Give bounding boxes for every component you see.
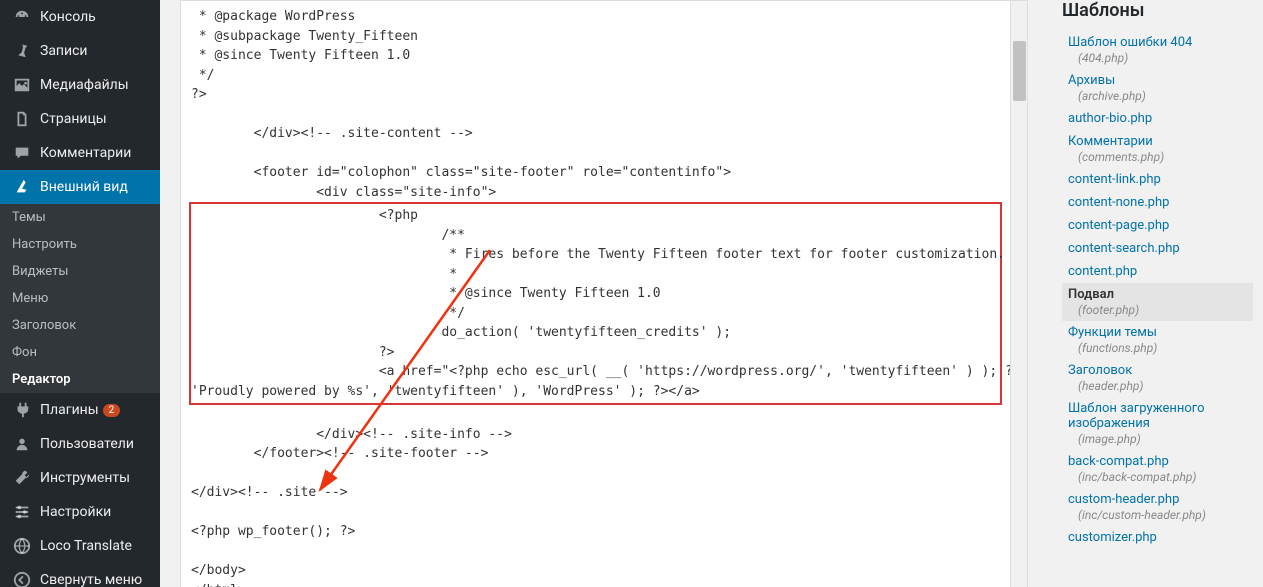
template-filename: (inc/back-compat.php) <box>1078 470 1253 484</box>
template-item[interactable]: Функции темы(functions.php) <box>1062 321 1253 359</box>
sidebar-sub-item[interactable]: Редактор <box>0 366 160 393</box>
sidebar-sub-item[interactable]: Виджеты <box>0 258 160 285</box>
sidebar-item-tools[interactable]: Инструменты <box>0 461 160 495</box>
template-title: Комментарии <box>1068 134 1253 149</box>
sidebar-item-label: Настройки <box>40 504 111 520</box>
template-item[interactable]: Комментарии(comments.php) <box>1062 130 1253 168</box>
appearance-icon <box>12 177 32 197</box>
sidebar-item-pages[interactable]: Страницы <box>0 102 160 136</box>
template-title: content-search.php <box>1068 241 1253 256</box>
code-editor[interactable]: * @package WordPress * @subpackage Twent… <box>180 0 1011 587</box>
template-filename: (archive.php) <box>1078 89 1253 103</box>
sidebar-item-appearance[interactable]: Внешний вид <box>0 170 160 204</box>
sidebar-item-pin[interactable]: Записи <box>0 34 160 68</box>
template-title: custom-header.php <box>1068 492 1253 507</box>
template-item[interactable]: custom-header.php(inc/custom-header.php) <box>1062 488 1253 526</box>
sidebar-item-label: Страницы <box>40 111 107 127</box>
template-item[interactable]: Подвал(footer.php) <box>1062 283 1253 321</box>
media-icon <box>12 75 32 95</box>
pages-icon <box>12 109 32 129</box>
editor-scrollbar[interactable] <box>1011 0 1028 587</box>
template-title: customizer.php <box>1068 530 1253 545</box>
template-title: Заголовок <box>1068 363 1253 378</box>
sidebar-item-dashboard[interactable]: Консоль <box>0 0 160 34</box>
collapse-icon <box>12 570 32 587</box>
template-filename: (footer.php) <box>1078 303 1253 317</box>
template-filename: (404.php) <box>1078 51 1253 65</box>
sidebar-sub-item[interactable]: Настроить <box>0 231 160 258</box>
template-filename: (inc/custom-header.php) <box>1078 508 1253 522</box>
template-item[interactable]: content-page.php <box>1062 214 1253 237</box>
update-badge: 2 <box>103 404 121 417</box>
plugins-icon <box>12 400 32 420</box>
sidebar-item-label: Пользователи <box>40 436 134 452</box>
main-content: * @package WordPress * @subpackage Twent… <box>160 0 1048 587</box>
templates-panel: Шаблоны Шаблон ошибки 404(404.php)Архивы… <box>1048 0 1263 587</box>
template-title: content.php <box>1068 264 1253 279</box>
sidebar-sub-item[interactable]: Заголовок <box>0 312 160 339</box>
template-item[interactable]: Шаблон загруженного изображения(image.ph… <box>1062 397 1253 450</box>
template-title: content-link.php <box>1068 172 1253 187</box>
templates-heading: Шаблоны <box>1062 0 1253 21</box>
sidebar-sub-item[interactable]: Темы <box>0 204 160 231</box>
sidebar-item-label: Медиафайлы <box>40 77 129 93</box>
sidebar-item-media[interactable]: Медиафайлы <box>0 68 160 102</box>
sidebar-item-label: Консоль <box>40 9 96 25</box>
template-item[interactable]: content.php <box>1062 260 1253 283</box>
template-title: Подвал <box>1068 287 1253 302</box>
sidebar-item-label: Внешний вид <box>40 179 128 195</box>
template-title: content-none.php <box>1068 195 1253 210</box>
highlighted-code-block: <?php /** * Fires before the Twenty Fift… <box>189 202 1002 405</box>
template-title: back-compat.php <box>1068 454 1253 469</box>
sidebar-item-label: Плагины <box>40 402 99 418</box>
comments-icon <box>12 143 32 163</box>
template-item[interactable]: content-link.php <box>1062 168 1253 191</box>
template-item[interactable]: Заголовок(header.php) <box>1062 359 1253 397</box>
template-item[interactable]: content-search.php <box>1062 237 1253 260</box>
template-title: author-bio.php <box>1068 111 1253 126</box>
template-title: Шаблон загруженного изображения <box>1068 401 1253 431</box>
template-item[interactable]: author-bio.php <box>1062 107 1253 130</box>
tools-icon <box>12 468 32 488</box>
sidebar-item-settings[interactable]: Настройки <box>0 495 160 529</box>
sidebar-item-users[interactable]: Пользователи <box>0 427 160 461</box>
template-title: Архивы <box>1068 73 1253 88</box>
template-item[interactable]: content-none.php <box>1062 191 1253 214</box>
scroll-thumb[interactable] <box>1013 41 1026 101</box>
sidebar-item-comments[interactable]: Комментарии <box>0 136 160 170</box>
template-title: Шаблон ошибки 404 <box>1068 35 1253 50</box>
template-filename: (functions.php) <box>1078 341 1253 355</box>
template-title: Функции темы <box>1068 325 1253 340</box>
dashboard-icon <box>12 7 32 27</box>
sidebar-item-label: Инструменты <box>40 470 130 486</box>
pin-icon <box>12 41 32 61</box>
template-filename: (image.php) <box>1078 432 1253 446</box>
sidebar-item-label: Комментарии <box>40 145 131 161</box>
sidebar-item-label: Записи <box>40 43 88 59</box>
template-title: content-page.php <box>1068 218 1253 233</box>
template-item[interactable]: Шаблон ошибки 404(404.php) <box>1062 31 1253 69</box>
template-item[interactable]: customizer.php <box>1062 526 1253 549</box>
sidebar-item-label: Свернуть меню <box>40 572 142 587</box>
sidebar-item-loco[interactable]: Loco Translate <box>0 529 160 563</box>
template-item[interactable]: Архивы(archive.php) <box>1062 69 1253 107</box>
template-item[interactable]: back-compat.php(inc/back-compat.php) <box>1062 450 1253 488</box>
sidebar-sub-item[interactable]: Меню <box>0 285 160 312</box>
loco-icon <box>12 536 32 556</box>
admin-sidebar: Консоль Записи Медиафайлы Страницы Комментар… <box>0 0 160 587</box>
sidebar-item-label: Loco Translate <box>40 538 132 554</box>
sidebar-item-plugins[interactable]: Плагины 2 <box>0 393 160 427</box>
sidebar-item-collapse[interactable]: Свернуть меню <box>0 563 160 587</box>
settings-icon <box>12 502 32 522</box>
template-filename: (header.php) <box>1078 379 1253 393</box>
sidebar-sub-item[interactable]: Фон <box>0 339 160 366</box>
users-icon <box>12 434 32 454</box>
template-filename: (comments.php) <box>1078 150 1253 164</box>
